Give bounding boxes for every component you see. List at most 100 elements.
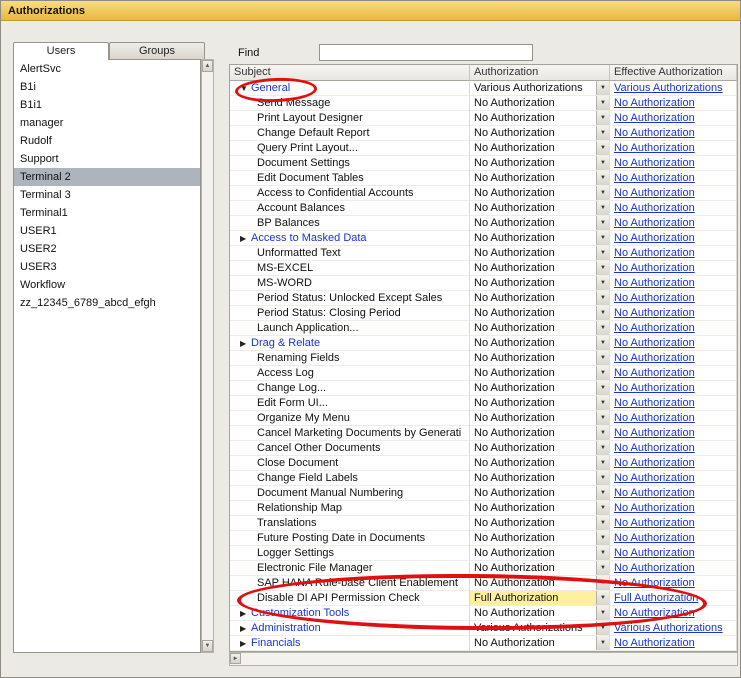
user-list-item[interactable]: Terminal1 xyxy=(14,204,200,222)
scroll-down-icon[interactable]: ▼ xyxy=(202,640,213,652)
authorization-cell[interactable]: No Authorization▼ xyxy=(470,216,610,231)
subject-cell[interactable]: SAP HANA Rule-base Client Enablement xyxy=(230,576,470,591)
effective-authorization-link[interactable]: No Authorization xyxy=(614,607,695,619)
subject-cell[interactable]: Send Message xyxy=(230,96,470,111)
authorization-cell[interactable]: No Authorization▼ xyxy=(470,201,610,216)
authorization-dropdown-button[interactable]: ▼ xyxy=(596,471,609,485)
authorization-cell[interactable]: No Authorization▼ xyxy=(470,576,610,591)
authorization-cell[interactable]: No Authorization▼ xyxy=(470,126,610,141)
authorization-cell[interactable]: No Authorization▼ xyxy=(470,231,610,246)
authorization-cell[interactable]: No Authorization▼ xyxy=(470,381,610,396)
subject-cell[interactable]: Close Document xyxy=(230,456,470,471)
authorization-cell[interactable]: No Authorization▼ xyxy=(470,261,610,276)
subject-cell[interactable]: Unformatted Text xyxy=(230,246,470,261)
subject-cell[interactable]: ▶Administration xyxy=(230,621,470,636)
subject-cell[interactable]: Change Log... xyxy=(230,381,470,396)
user-list-item[interactable]: zz_12345_6789_abcd_efgh xyxy=(14,294,200,312)
effective-authorization-link[interactable]: No Authorization xyxy=(614,307,695,319)
effective-authorization-link[interactable]: No Authorization xyxy=(614,97,695,109)
subject-cell[interactable]: Relationship Map xyxy=(230,501,470,516)
authorization-dropdown-button[interactable]: ▼ xyxy=(596,276,609,290)
effective-authorization-link[interactable]: No Authorization xyxy=(614,457,695,469)
collapse-triangle-icon[interactable]: ▶ xyxy=(240,637,251,651)
authorization-dropdown-button[interactable]: ▼ xyxy=(596,96,609,110)
subject-cell[interactable]: Renaming Fields xyxy=(230,351,470,366)
authorization-cell[interactable]: No Authorization▼ xyxy=(470,351,610,366)
authorization-dropdown-button[interactable]: ▼ xyxy=(596,186,609,200)
authorization-dropdown-button[interactable]: ▼ xyxy=(596,576,609,590)
user-list-item[interactable]: manager xyxy=(14,114,200,132)
tab-groups[interactable]: Groups xyxy=(109,42,205,59)
effective-authorization-link[interactable]: No Authorization xyxy=(614,322,695,334)
authorization-cell[interactable]: No Authorization▼ xyxy=(470,546,610,561)
authorization-cell[interactable]: No Authorization▼ xyxy=(470,291,610,306)
subject-cell[interactable]: MS-EXCEL xyxy=(230,261,470,276)
subject-cell[interactable]: Electronic File Manager xyxy=(230,561,470,576)
user-list-item[interactable]: USER3 xyxy=(14,258,200,276)
authorization-cell[interactable]: No Authorization▼ xyxy=(470,111,610,126)
authorization-dropdown-button[interactable]: ▼ xyxy=(596,606,609,620)
authorization-cell[interactable]: No Authorization▼ xyxy=(470,531,610,546)
effective-authorization-link[interactable]: No Authorization xyxy=(614,202,695,214)
user-list-item[interactable]: Support xyxy=(14,150,200,168)
subject-cell[interactable]: Edit Document Tables xyxy=(230,171,470,186)
subject-cell[interactable]: Document Settings xyxy=(230,156,470,171)
effective-authorization-link[interactable]: Full Authorization xyxy=(614,592,698,604)
authorization-cell[interactable]: Full Authorization▼ xyxy=(470,591,610,606)
authorization-dropdown-button[interactable]: ▼ xyxy=(596,321,609,335)
effective-authorization-link[interactable]: No Authorization xyxy=(614,502,695,514)
subject-cell[interactable]: Document Manual Numbering xyxy=(230,486,470,501)
table-horizontal-scrollbar[interactable]: ◄ ► xyxy=(229,652,738,666)
subject-cell[interactable]: ▶Drag & Relate xyxy=(230,336,470,351)
authorization-cell[interactable]: No Authorization▼ xyxy=(470,246,610,261)
authorization-dropdown-button[interactable]: ▼ xyxy=(596,396,609,410)
subject-cell[interactable]: Period Status: Unlocked Except Sales xyxy=(230,291,470,306)
effective-authorization-link[interactable]: No Authorization xyxy=(614,562,695,574)
subject-cell[interactable]: ▼General xyxy=(230,81,470,96)
authorization-dropdown-button[interactable]: ▼ xyxy=(596,126,609,140)
authorization-cell[interactable]: No Authorization▼ xyxy=(470,396,610,411)
effective-authorization-link[interactable]: No Authorization xyxy=(614,247,695,259)
effective-authorization-link[interactable]: No Authorization xyxy=(614,532,695,544)
authorization-cell[interactable]: No Authorization▼ xyxy=(470,306,610,321)
authorization-dropdown-button[interactable]: ▼ xyxy=(596,141,609,155)
user-list-item[interactable]: B1i xyxy=(14,78,200,96)
authorization-cell[interactable]: No Authorization▼ xyxy=(470,411,610,426)
subject-cell[interactable]: MS-WORD xyxy=(230,276,470,291)
collapse-triangle-icon[interactable]: ▶ xyxy=(240,232,251,246)
effective-authorization-link[interactable]: No Authorization xyxy=(614,427,695,439)
authorization-cell[interactable]: No Authorization▼ xyxy=(470,321,610,336)
authorization-dropdown-button[interactable]: ▼ xyxy=(596,621,609,635)
user-list-item[interactable]: Terminal 3 xyxy=(14,186,200,204)
authorization-cell[interactable]: Various Authorizations▼ xyxy=(470,81,610,96)
subject-cell[interactable]: Disable DI API Permission Check xyxy=(230,591,470,606)
authorization-dropdown-button[interactable]: ▼ xyxy=(596,351,609,365)
effective-authorization-link[interactable]: No Authorization xyxy=(614,367,695,379)
authorization-dropdown-button[interactable]: ▼ xyxy=(596,201,609,215)
authorization-dropdown-button[interactable]: ▼ xyxy=(596,426,609,440)
subject-cell[interactable]: Cancel Other Documents xyxy=(230,441,470,456)
authorization-dropdown-button[interactable]: ▼ xyxy=(596,501,609,515)
authorization-dropdown-button[interactable]: ▼ xyxy=(596,366,609,380)
effective-authorization-link[interactable]: No Authorization xyxy=(614,442,695,454)
authorization-dropdown-button[interactable]: ▼ xyxy=(596,486,609,500)
authorization-dropdown-button[interactable]: ▼ xyxy=(596,336,609,350)
authorization-cell[interactable]: No Authorization▼ xyxy=(470,486,610,501)
effective-authorization-link[interactable]: No Authorization xyxy=(614,262,695,274)
effective-authorization-link[interactable]: No Authorization xyxy=(614,157,695,169)
user-list-item[interactable]: Terminal 2 xyxy=(14,168,200,186)
authorization-cell[interactable]: No Authorization▼ xyxy=(470,441,610,456)
subject-cell[interactable]: ▶Customization Tools xyxy=(230,606,470,621)
scroll-up-icon[interactable]: ▲ xyxy=(202,60,213,72)
subject-cell[interactable]: Launch Application... xyxy=(230,321,470,336)
authorization-dropdown-button[interactable]: ▼ xyxy=(596,306,609,320)
effective-authorization-link[interactable]: No Authorization xyxy=(614,217,695,229)
subject-cell[interactable]: Account Balances xyxy=(230,201,470,216)
authorization-cell[interactable]: No Authorization▼ xyxy=(470,141,610,156)
effective-authorization-link[interactable]: No Authorization xyxy=(614,637,695,649)
user-list-item[interactable]: Workflow xyxy=(14,276,200,294)
effective-authorization-link[interactable]: No Authorization xyxy=(614,472,695,484)
user-list-item[interactable]: USER2 xyxy=(14,240,200,258)
tab-users[interactable]: Users xyxy=(13,42,109,60)
authorization-dropdown-button[interactable]: ▼ xyxy=(596,636,609,650)
